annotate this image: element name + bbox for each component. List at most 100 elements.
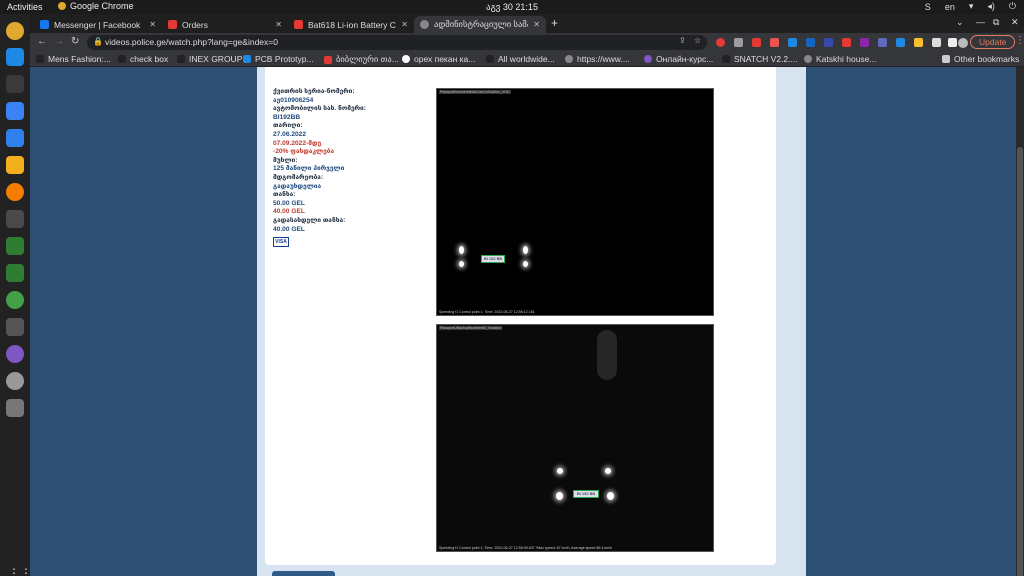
clock[interactable]: აგვ 30 21:15 — [486, 2, 538, 13]
close-icon[interactable]: ✕ — [533, 20, 540, 29]
close-window-icon[interactable]: ✕ — [1011, 17, 1019, 28]
date-value: 27.06.2022 — [273, 130, 307, 138]
back-icon[interactable]: ← — [37, 36, 47, 47]
tab-police-active[interactable]: ადმინისტრაციული სამა... ✕ — [414, 16, 546, 33]
bookmark-star-icon[interactable]: ☆ — [694, 36, 701, 45]
tab-orders[interactable]: Orders ✕ — [162, 16, 288, 33]
globe-icon — [420, 20, 429, 29]
close-icon[interactable]: ✕ — [275, 20, 282, 29]
menu-icon[interactable]: ⋮ — [1015, 35, 1024, 46]
reload-icon[interactable]: ↻ — [71, 36, 79, 47]
date-label: თარიღი: — [273, 122, 303, 130]
receipt-label: ქვითრის სერია-ნომერი: — [273, 88, 355, 95]
bookmark-item[interactable]: https://www.... — [565, 54, 630, 64]
tab-title: ადმინისტრაციული სამა... — [434, 19, 529, 29]
tab-strip: Messenger | Facebook ✕ Orders ✕ Bat618 L… — [30, 14, 1024, 33]
amount-discounted: 40.00 GEL — [273, 208, 305, 216]
calc-sheet-dock-icon[interactable] — [6, 264, 24, 282]
blender-dock-icon[interactable] — [6, 183, 24, 201]
extension-icon[interactable] — [824, 38, 833, 47]
other-bookmarks[interactable]: Other bookmarks — [942, 54, 1019, 64]
chrome-dock-icon[interactable] — [6, 22, 24, 40]
messenger-dock-icon[interactable] — [6, 345, 24, 363]
share-icon[interactable]: ⇪ — [679, 36, 686, 45]
restore-icon[interactable]: ⧉ — [993, 17, 999, 28]
avatar[interactable] — [958, 38, 968, 48]
extension-icon[interactable] — [788, 38, 797, 47]
app-dock-icon[interactable] — [6, 291, 24, 309]
minimize-icon[interactable]: — — [976, 17, 985, 27]
activities-button[interactable]: Activities — [7, 2, 43, 12]
extension-icon[interactable] — [806, 38, 815, 47]
language-indicator[interactable]: en — [945, 2, 955, 12]
receipt-value: აე010906254 — [273, 96, 314, 104]
bookmark-item[interactable]: Mens Fashion:... — [36, 54, 111, 64]
bookmark-item[interactable]: Katskhi house... — [804, 54, 876, 64]
bookmark-item[interactable]: орех пекан ка... — [402, 54, 475, 64]
tab-battery[interactable]: Bat618 Li-ion Battery Cha ✕ — [288, 16, 414, 33]
terminal-dock-icon[interactable] — [6, 75, 24, 93]
vscode-dock-icon[interactable] — [6, 48, 24, 66]
forward-icon[interactable]: → — [54, 36, 64, 47]
tab-title: Orders — [182, 19, 208, 30]
tab-title: Messenger | Facebook — [54, 19, 141, 30]
wifi-icon[interactable]: ▾ — [969, 1, 974, 12]
drive-dock-icon[interactable] — [6, 399, 24, 417]
dock: ⋮⋮⋮ — [0, 14, 44, 576]
extension-icon[interactable] — [896, 38, 905, 47]
update-button[interactable]: Update — [970, 35, 1016, 49]
disk-dock-icon[interactable] — [6, 372, 24, 390]
power-icon[interactable]: ⏻ — [1009, 1, 1016, 12]
extension-icon[interactable] — [878, 38, 887, 47]
extension-icon[interactable] — [752, 38, 761, 47]
volume-icon[interactable]: ◂) — [987, 1, 995, 12]
bookmark-item[interactable]: check box — [118, 54, 168, 64]
page-scrollbar[interactable] — [1016, 67, 1024, 576]
bookmark-item[interactable]: ბიბლიური თა... — [324, 54, 399, 65]
extension-icon[interactable] — [716, 38, 725, 47]
headlight — [605, 468, 611, 474]
aliexpress-icon — [168, 20, 177, 29]
close-icon[interactable]: ✕ — [149, 20, 156, 29]
extension-icon[interactable] — [914, 38, 923, 47]
streetlight-glow — [597, 330, 617, 380]
spreadsheet-dock-icon[interactable] — [6, 237, 24, 255]
text-editor-dock-icon[interactable] — [6, 102, 24, 120]
violation-details: ქვითრის სერია-ნომერი: აე010906254 ავტომო… — [273, 88, 423, 248]
violation-photo-2[interactable]: PassportUBackupNumbersB_Violation BI 192… — [436, 324, 714, 552]
lock-icon[interactable]: 🔒 — [93, 37, 103, 46]
globe-icon — [565, 55, 573, 63]
document-dock-icon[interactable] — [6, 129, 24, 147]
bookmark-item[interactable]: PCB Prototyp... — [243, 54, 314, 64]
violation-photo-1[interactable]: PassportNumbersNearCam1Violation_VOD BI … — [436, 88, 714, 316]
address-bar[interactable]: 🔒 videos.police.ge/watch.php?lang=ge&ind… — [87, 35, 707, 50]
scrollbar-thumb[interactable] — [1017, 147, 1023, 576]
extension-icon[interactable] — [860, 38, 869, 47]
extension-icon[interactable] — [734, 38, 743, 47]
back-button[interactable] — [272, 571, 335, 576]
app-menu[interactable]: Google Chrome — [58, 1, 134, 11]
bookmark-item[interactable]: INEX GROUP — [177, 54, 242, 64]
sidebar-icon[interactable] — [948, 38, 957, 47]
headlight — [459, 261, 464, 267]
system-top-bar: Activities Google Chrome აგვ 30 21:15 S … — [0, 0, 1024, 14]
puzzle-icon[interactable] — [932, 38, 941, 47]
status-value: გადაუხდელია — [273, 182, 322, 190]
close-icon[interactable]: ✕ — [401, 20, 408, 29]
extension-icon[interactable] — [842, 38, 851, 47]
tab-search-icon[interactable]: ⌄ — [956, 17, 964, 28]
bookmark-icon — [324, 55, 332, 64]
bookmark-item[interactable]: Онлайн-курс... — [644, 54, 713, 64]
tab-messenger[interactable]: Messenger | Facebook ✕ — [34, 16, 162, 33]
extension-icon[interactable] — [770, 38, 779, 47]
headlight — [556, 492, 563, 500]
visa-pay-icon[interactable]: VISA — [273, 237, 289, 248]
new-tab-button[interactable]: + — [551, 16, 558, 30]
inkscape-dock-icon[interactable] — [6, 210, 24, 228]
license-plate: BI 192 BB — [481, 255, 505, 263]
bookmark-item[interactable]: All worldwide... — [486, 54, 555, 64]
skype-icon[interactable]: S — [925, 2, 931, 12]
bookmark-item[interactable]: SNATCH V2.2.... — [722, 54, 798, 64]
tool-dock-icon[interactable] — [6, 318, 24, 336]
calculator-dock-icon[interactable] — [6, 156, 24, 174]
